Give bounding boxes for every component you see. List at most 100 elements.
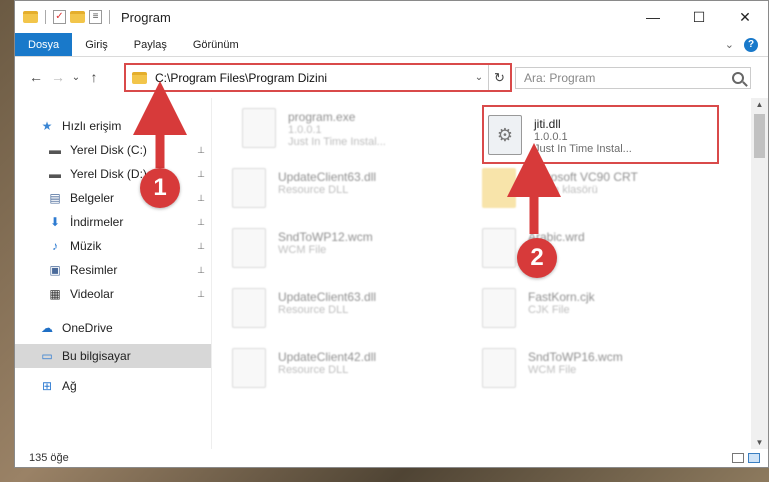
tab-home[interactable]: Giriş (72, 33, 121, 56)
dll-file-icon (232, 168, 266, 208)
highlighted-file-jiti-dll[interactable]: ⚙ jiti.dll 1.0.0.1 Just In Time Instal..… (482, 105, 719, 164)
pin-icon[interactable]: ⊥ (197, 241, 205, 252)
file-name: Microsoft VC90 CRT (528, 170, 638, 184)
main-area: ★ Hızlı erişim ▬ Yerel Disk (C:) ⊥ ▬ Yerel Dis… (15, 98, 768, 449)
file-type: 1.0.0.1 (288, 124, 322, 136)
sidebar-item[interactable]: ⊞ Ağ (15, 374, 211, 398)
maximize-button[interactable]: ☐ (676, 1, 722, 33)
file-item[interactable]: UpdateClient63.dll Resource DLL (232, 284, 472, 340)
pin-icon[interactable]: ⊥ (197, 169, 205, 180)
tab-share[interactable]: Paylaş (121, 33, 180, 56)
title-bar: ✓ ≡ Program — ☐ ✕ (15, 1, 768, 33)
sidebar-item-label: Yerel Disk (C:) (70, 143, 147, 157)
window-title: Program (121, 9, 171, 25)
file-item[interactable]: Microsoft VC90 CRT Dosya klasörü (482, 164, 722, 220)
details-view-icon[interactable] (732, 453, 744, 463)
sidebar-item-label: Belgeler (70, 191, 115, 205)
sidebar-item-label: Videolar (70, 287, 114, 301)
back-button[interactable]: ← (25, 69, 47, 85)
document-icon: ▤ (49, 191, 61, 205)
new-folder-icon[interactable] (70, 11, 85, 23)
file-type: Dosya klasörü (528, 184, 598, 196)
sidebar-item[interactable]: ▦ Videolar ⊥ (15, 282, 211, 306)
drive-icon: ▬ (49, 167, 61, 181)
file-item[interactable]: UpdateClient63.dll Resource DLL (232, 164, 472, 220)
tiles-view-icon[interactable] (748, 453, 760, 463)
sidebar-item[interactable]: ▬ Yerel Disk (D:) ⊥ (15, 162, 211, 186)
file-item[interactable]: SndToWP12.wcm WCM File (232, 224, 472, 280)
scroll-down-icon[interactable]: ▼ (751, 438, 768, 447)
pin-icon[interactable]: ⊥ (197, 145, 205, 156)
sidebar-item[interactable]: ▬ Yerel Disk (C:) ⊥ (15, 138, 211, 162)
search-input[interactable]: Ara: Program (524, 71, 595, 85)
sidebar-item-label: OneDrive (62, 321, 113, 335)
file-type: CJK File (528, 304, 570, 316)
address-dropdown-icon[interactable]: ⌄ (470, 72, 488, 83)
pin-icon[interactable]: ⊥ (197, 289, 205, 300)
music-icon: ♪ (52, 239, 58, 253)
dll-file-icon (232, 288, 266, 328)
file-description: Just In Time Instal... (534, 143, 632, 155)
address-bar[interactable]: C:\Program Files\Program Dizini ⌄ ↻ (124, 63, 512, 92)
address-path[interactable]: C:\Program Files\Program Dizini (155, 71, 327, 85)
pin-icon[interactable]: ⊥ (197, 217, 205, 228)
recent-locations-button[interactable]: ⌄ (69, 72, 83, 83)
file-description: Just In Time Instal... (288, 136, 386, 148)
sidebar-item[interactable]: ▭ Bu bilgisayar (15, 344, 211, 368)
scrollbar-thumb[interactable] (754, 114, 765, 158)
search-box[interactable]: Ara: Program (515, 67, 751, 89)
close-button[interactable]: ✕ (722, 1, 768, 33)
folder-icon (132, 71, 147, 84)
expand-ribbon-icon[interactable]: ⌄ (725, 38, 734, 51)
sidebar-item[interactable]: ⬇ İndirmeler ⊥ (15, 210, 211, 234)
sidebar-item[interactable]: ☁ OneDrive (15, 316, 211, 340)
sidebar-item-label: Bu bilgisayar (62, 349, 131, 363)
sidebar-item[interactable]: ♪ Müzik ⊥ (15, 234, 211, 258)
file-name: jiti.dll (534, 117, 561, 131)
folder-file-icon (482, 168, 516, 208)
sidebar-item-label: Hızlı erişim (62, 119, 122, 133)
file-file-icon (482, 288, 516, 328)
tab-file[interactable]: Dosya (15, 33, 73, 56)
step-2-badge: 2 (517, 238, 557, 278)
file-list[interactable]: program.exe 1.0.0.1 Just In Time Instal...… (212, 98, 768, 449)
file-type: Resource DLL (278, 364, 349, 376)
help-icon[interactable]: ? (744, 37, 758, 52)
scroll-up-icon[interactable]: ▲ (751, 100, 768, 109)
file-type: WCM File (278, 244, 327, 256)
sidebar-item-label: İndirmeler (70, 215, 124, 229)
sidebar-item[interactable]: ▣ Resimler ⊥ (15, 258, 211, 282)
sidebar-item[interactable]: ▤ Belgeler ⊥ (15, 186, 211, 210)
up-button[interactable]: ↑ (83, 69, 105, 85)
computer-icon: ▭ (41, 349, 53, 363)
file-item[interactable]: program.exe 1.0.0.1 Just In Time Instal... (242, 104, 482, 160)
file-item[interactable]: FastKorn.cjk CJK File (482, 284, 722, 340)
refresh-button[interactable]: ↻ (488, 65, 510, 90)
forward-button[interactable]: → (47, 69, 69, 85)
file-item[interactable]: SndToWP16.wcm WCM File (482, 344, 722, 400)
window-controls: — ☐ ✕ (630, 1, 768, 33)
quick-access-toolbar: ✓ ≡ (15, 10, 113, 24)
minimize-button[interactable]: — (630, 1, 676, 33)
status-bar: 135 öğe (15, 449, 768, 467)
search-icon (732, 72, 744, 84)
dll-file-icon: ⚙ (488, 115, 522, 155)
pin-icon[interactable]: ⊥ (197, 265, 205, 276)
file-type: WCM File (528, 364, 577, 376)
drive-icon: ▬ (49, 143, 61, 157)
tab-view[interactable]: Görünüm (180, 33, 252, 56)
dll-file-icon (232, 348, 266, 388)
sidebar-item-label: Ağ (62, 379, 77, 393)
file-file-icon (232, 228, 266, 268)
navigation-bar: ← → ⌄ ↑ C:\Program Files\Program Dizini … (15, 57, 768, 97)
file-type: Resource DLL (278, 184, 349, 196)
customize-toolbar-icon[interactable]: ≡ (89, 10, 102, 24)
download-icon: ⬇ (49, 215, 61, 229)
properties-icon[interactable]: ✓ (53, 10, 66, 24)
sidebar-item[interactable]: ★ Hızlı erişim (15, 114, 211, 138)
file-item[interactable]: UpdateClient42.dll Resource DLL (232, 344, 472, 400)
file-name: SndToWP16.wcm (528, 350, 623, 364)
file-version: 1.0.0.1 (534, 131, 568, 143)
pin-icon[interactable]: ⊥ (197, 193, 205, 204)
vertical-scrollbar[interactable]: ▲ ▼ (751, 98, 768, 449)
